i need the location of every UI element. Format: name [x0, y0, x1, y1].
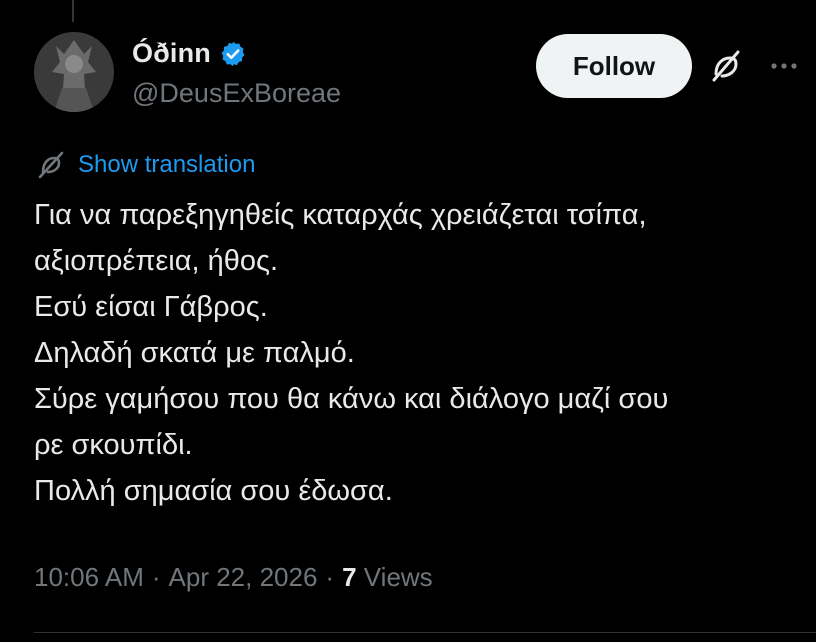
follow-button[interactable]: Follow [536, 34, 692, 98]
tweet-line: Πολλή σημασία σου έδωσα. [34, 475, 393, 507]
tweet-meta: 10:06 AM · Apr 22, 2026 · 7 Views [34, 562, 433, 593]
show-translation-link[interactable]: Show translation [78, 151, 255, 179]
divider [34, 632, 816, 633]
verified-badge-icon[interactable] [219, 40, 247, 68]
tweet-time[interactable]: 10:06 AM [34, 562, 144, 593]
tweet-line: Δηλαδή σκατά με παλμό. [34, 337, 355, 369]
tweet-line: αξιοπρέπεια, ήθος. [34, 245, 279, 277]
tweet-line: ρε σκουπίδι. [34, 429, 193, 461]
translate-icon [38, 151, 64, 179]
views-count: 7 [342, 562, 357, 592]
avatar[interactable] [34, 32, 114, 112]
grok-icon[interactable] [708, 48, 744, 84]
tweet-date[interactable]: Apr 22, 2026 [169, 562, 318, 593]
tweet-line: Σύρε γαμήσου που θα κάνω και διάλογο μαζ… [34, 383, 669, 415]
tweet-header: Óðinn @DeusExBoreae Follow [34, 32, 816, 114]
display-name[interactable]: Óðinn [132, 38, 211, 69]
tweet-line: Για να παρεξηγηθείς καταρχάς χρειάζεται … [34, 199, 647, 231]
tweet-line: Εσύ είσαι Γάβρος. [34, 291, 268, 323]
name-row: Óðinn [132, 38, 247, 69]
meta-separator: · [151, 562, 161, 592]
views-label: Views [363, 562, 433, 592]
avatar-image [34, 32, 114, 112]
thread-connector-line [72, 0, 74, 22]
tweet-text: Για να παρεξηγηθείς καταρχάς χρειάζεται … [34, 192, 794, 514]
show-translation[interactable]: Show translation [34, 148, 255, 182]
handle[interactable]: @DeusExBoreae [132, 78, 341, 109]
more-options-icon[interactable] [766, 48, 806, 84]
meta-separator: · [325, 562, 335, 592]
